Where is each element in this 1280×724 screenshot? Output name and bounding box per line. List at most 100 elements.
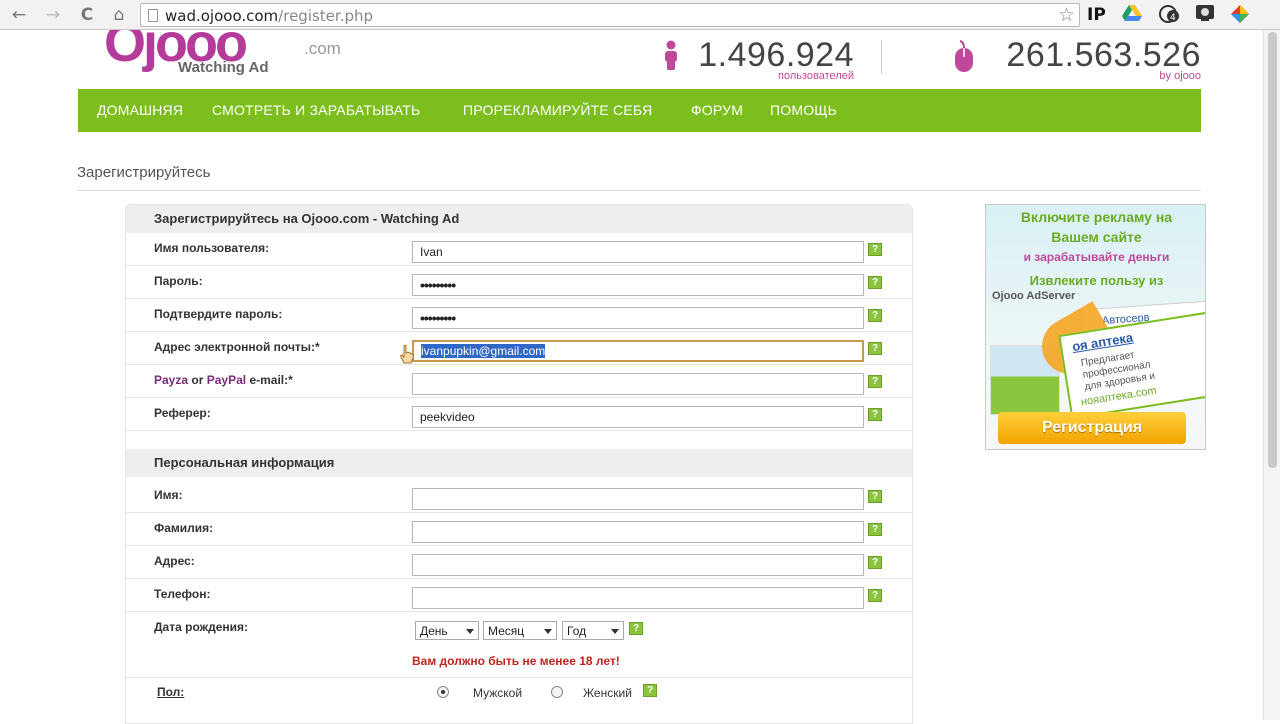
phone-input[interactable] bbox=[412, 587, 864, 609]
address-input[interactable] bbox=[412, 554, 864, 576]
ad-line-1: Включите рекламу на bbox=[1020, 209, 1173, 225]
nav-forum[interactable]: ФОРУМ bbox=[691, 102, 743, 118]
ip-extension-icon[interactable]: IP bbox=[1087, 4, 1106, 26]
help-icon[interactable]: ? bbox=[868, 309, 882, 322]
gender-female-label[interactable]: Женский bbox=[583, 686, 632, 700]
confirm-password-row: Подтвердите пароль: ••••••••• ? bbox=[126, 299, 912, 332]
last-name-label: Фамилия: bbox=[154, 521, 214, 535]
help-icon[interactable]: ? bbox=[868, 556, 882, 569]
home-icon[interactable]: ⌂ bbox=[108, 4, 130, 26]
first-name-label: Имя: bbox=[154, 488, 183, 502]
day-select-value: День bbox=[420, 624, 448, 638]
last-name-input[interactable] bbox=[412, 521, 864, 543]
help-icon[interactable]: ? bbox=[868, 589, 882, 602]
person-icon bbox=[665, 40, 677, 70]
day-select[interactable]: День bbox=[415, 621, 479, 640]
payment-email-label: Payza or PayPal e-mail:* bbox=[154, 373, 293, 387]
gender-male-label[interactable]: Мужской bbox=[473, 686, 522, 700]
personal-section-header: Персональная информация bbox=[126, 449, 912, 477]
nav-watch-earn[interactable]: СМОТРЕТЬ И ЗАРАБАТЫВАТЬ bbox=[212, 102, 420, 118]
help-icon[interactable]: ? bbox=[868, 342, 882, 355]
gender-label: Пол: bbox=[157, 685, 185, 699]
year-select[interactable]: Год bbox=[562, 621, 624, 640]
ads-label: by ojooo bbox=[1159, 70, 1201, 82]
bookmark-star-icon[interactable]: ☆ bbox=[1058, 4, 1075, 26]
help-icon[interactable]: ? bbox=[868, 408, 882, 421]
year-select-value: Год bbox=[567, 624, 587, 638]
confirm-password-input[interactable]: ••••••••• bbox=[412, 307, 864, 329]
reload-icon[interactable]: C bbox=[76, 4, 98, 26]
phone-row: Телефон: ? bbox=[126, 579, 912, 612]
page-scrollbar[interactable] bbox=[1263, 30, 1280, 720]
email-label: Адрес электронной почты:* bbox=[154, 340, 320, 354]
email-input[interactable]: ivanpupkin@gmail.com bbox=[412, 340, 864, 362]
users-stat: 1.496.924 пользователей bbox=[660, 36, 854, 86]
nav-help[interactable]: ПОМОЩЬ bbox=[770, 102, 837, 118]
payment-email-row: Payza or PayPal e-mail:* ? bbox=[126, 365, 912, 398]
email-row: Адрес электронной почты:* ivanpupkin@gma… bbox=[126, 332, 912, 365]
month-select-value: Месяц bbox=[488, 624, 525, 638]
gender-female-radio[interactable] bbox=[551, 686, 563, 698]
help-icon[interactable]: ? bbox=[629, 622, 643, 635]
help-icon[interactable]: ? bbox=[868, 375, 882, 388]
main-nav: ДОМАШНЯЯ СМОТРЕТЬ И ЗАРАБАТЫВАТЬ ПРОРЕКЛ… bbox=[78, 89, 1201, 132]
site-logo[interactable]: Ojooo .com Watching Ad bbox=[100, 30, 350, 80]
last-name-row: Фамилия: ? bbox=[126, 513, 912, 546]
help-icon[interactable]: ? bbox=[868, 276, 882, 289]
ad-line-5: Ojooo AdServer bbox=[992, 290, 1076, 302]
registration-form: Зарегистрируйтесь на Ojooo.com - Watchin… bbox=[125, 204, 913, 724]
confirm-password-label: Подтвердите пароль: bbox=[154, 307, 283, 321]
referrer-input[interactable]: peekvideo bbox=[412, 406, 864, 428]
payment-email-input[interactable] bbox=[412, 373, 864, 395]
referrer-label: Реферер: bbox=[154, 406, 211, 420]
screen-extension-icon[interactable] bbox=[1195, 4, 1215, 26]
referrer-row: Реферер: peekvideo ? bbox=[126, 398, 912, 431]
address-row: Адрес: ? bbox=[126, 546, 912, 579]
url-text[interactable]: wad.ojooo.com/register.php bbox=[165, 7, 373, 25]
adserver-banner[interactable]: Включите рекламу на Вашем сайте и зараба… bbox=[985, 204, 1206, 450]
first-name-input[interactable] bbox=[412, 488, 864, 510]
username-input[interactable]: Ivan bbox=[412, 241, 864, 263]
personal-section-title: Персональная информация bbox=[154, 455, 335, 470]
address-bar[interactable]: wad.ojooo.com/register.php ☆ bbox=[140, 3, 1080, 27]
pay-email-label: e-mail:* bbox=[249, 373, 293, 387]
back-icon[interactable]: ← bbox=[8, 4, 30, 26]
help-icon[interactable]: ? bbox=[643, 684, 657, 697]
help-icon[interactable]: ? bbox=[868, 243, 882, 256]
ad-line-2: Вашем сайте bbox=[1051, 229, 1142, 245]
password-row: Пароль: ••••••••• ? bbox=[126, 266, 912, 299]
puzzle-extension-icon[interactable] bbox=[1230, 4, 1250, 26]
account-section-header: Зарегистрируйтесь на Ojooo.com - Watchin… bbox=[126, 205, 912, 233]
gender-male-radio[interactable] bbox=[437, 686, 449, 698]
birth-date-label: Дата рождения: bbox=[154, 620, 249, 634]
username-label: Имя пользователя: bbox=[154, 241, 270, 255]
help-icon[interactable]: ? bbox=[868, 523, 882, 536]
drive-extension-icon[interactable] bbox=[1122, 4, 1142, 26]
badge-extension-icon[interactable]: 4 bbox=[1158, 4, 1180, 26]
account-section-title: Зарегистрируйтесь на Ojooo.com - Watchin… bbox=[154, 211, 460, 226]
address-label: Адрес: bbox=[154, 554, 195, 568]
title-divider bbox=[77, 190, 1201, 191]
logo-tagline: Watching Ad bbox=[178, 59, 269, 76]
svg-text:4: 4 bbox=[1170, 13, 1176, 23]
birth-date-row: Дата рождения: День Месяц Год ? bbox=[126, 612, 912, 678]
ads-stat: 261.563.526 by ojooo bbox=[952, 36, 1201, 86]
help-icon[interactable]: ? bbox=[868, 490, 882, 503]
header-divider bbox=[881, 40, 882, 74]
ad-line-3: и зарабатывайте деньги bbox=[1023, 250, 1170, 264]
username-row: Имя пользователя: Ivan ? bbox=[126, 233, 912, 266]
nav-advertise[interactable]: ПРОРЕКЛАМИРУЙТЕ СЕБЯ bbox=[463, 102, 652, 118]
month-select[interactable]: Месяц bbox=[483, 621, 557, 640]
forward-icon[interactable]: → bbox=[42, 4, 64, 26]
email-selected-text: ivanpupkin@gmail.com bbox=[421, 344, 546, 358]
hand-cursor-icon bbox=[400, 344, 414, 364]
nav-home[interactable]: ДОМАШНЯЯ bbox=[97, 102, 183, 118]
scrollbar-thumb[interactable] bbox=[1268, 32, 1277, 468]
page-title: Зарегистрируйтесь bbox=[77, 164, 211, 181]
payza-label: Payza bbox=[154, 373, 189, 387]
password-input[interactable]: ••••••••• bbox=[412, 274, 864, 296]
ad-line-4: Извлеките пользу из bbox=[1029, 273, 1164, 288]
ad-register-button[interactable]: Регистрация bbox=[998, 412, 1186, 444]
browser-toolbar: ← → C ⌂ wad.ojooo.com/register.php ☆ IP … bbox=[0, 0, 1280, 30]
password-label: Пароль: bbox=[154, 274, 203, 288]
